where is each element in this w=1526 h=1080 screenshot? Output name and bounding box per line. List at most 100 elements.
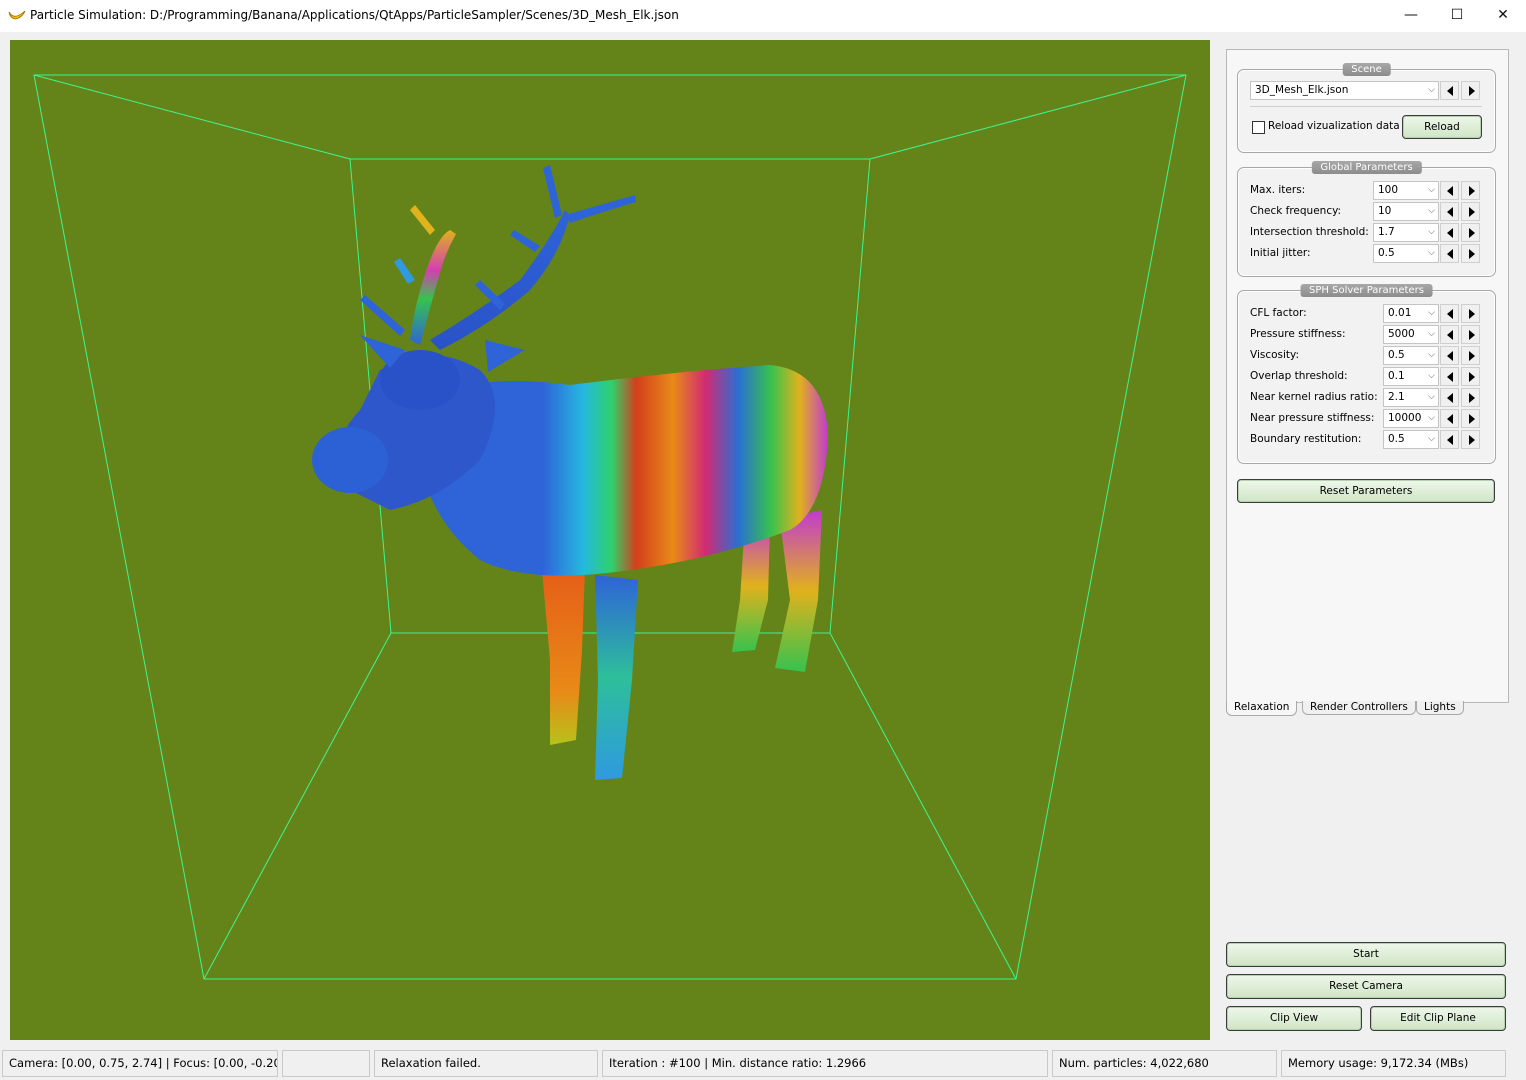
viscosity-inc-button[interactable] xyxy=(1461,346,1480,365)
arrow-left-icon xyxy=(1447,309,1453,319)
minimize-button[interactable]: — xyxy=(1388,0,1434,31)
boundary-restitution-inc-button[interactable] xyxy=(1461,430,1480,449)
cfl-factor-inc-button[interactable] xyxy=(1461,304,1480,323)
relaxation-panel: Scene 3D_Mesh_Elk.json ⌵ Reload vizualiz… xyxy=(1226,49,1509,703)
viscosity-dec-button[interactable] xyxy=(1440,346,1459,365)
check-frequency-inc-button[interactable] xyxy=(1461,202,1480,221)
pressure-stiffness-inc-button[interactable] xyxy=(1461,325,1480,344)
arrow-left-icon xyxy=(1447,372,1453,382)
scene-group: Scene 3D_Mesh_Elk.json ⌵ Reload vizualiz… xyxy=(1237,63,1496,153)
arrow-left-icon xyxy=(1447,414,1453,424)
cfl-factor-select[interactable]: 0.01 ⌵ xyxy=(1383,304,1439,323)
intersection-threshold-select[interactable]: 1.7 ⌵ xyxy=(1373,223,1439,242)
reset-camera-button[interactable]: Reset Camera xyxy=(1226,974,1506,999)
overlap-threshold-value: 0.1 xyxy=(1388,370,1405,382)
scene-group-title: Scene xyxy=(1342,63,1391,76)
arrow-right-icon xyxy=(1469,186,1475,196)
reset-parameters-button[interactable]: Reset Parameters xyxy=(1237,479,1495,503)
global-parameters-group: Global Parameters Max. iters: 100 ⌵ Check… xyxy=(1237,161,1496,277)
status-bar: Camera: [0.00, 0.75, 2.74] | Focus: [0.0… xyxy=(0,1049,1526,1080)
near-pressure-stiffness-inc-button[interactable] xyxy=(1461,409,1480,428)
overlap-threshold-select[interactable]: 0.1 ⌵ xyxy=(1383,367,1439,386)
render-viewport[interactable] xyxy=(10,40,1210,1040)
arrow-left-icon xyxy=(1447,86,1453,96)
scene-canvas[interactable] xyxy=(10,40,1210,1040)
global-parameters-title: Global Parameters xyxy=(1311,161,1422,174)
chevron-down-icon: ⌵ xyxy=(1428,206,1435,216)
initial-jitter-dec-button[interactable] xyxy=(1440,244,1459,263)
near-pressure-stiffness-label: Near pressure stiffness: xyxy=(1250,412,1375,424)
scene-prev-button[interactable] xyxy=(1440,81,1459,100)
initial-jitter-label: Initial jitter: xyxy=(1250,247,1311,259)
check-frequency-dec-button[interactable] xyxy=(1440,202,1459,221)
arrow-left-icon xyxy=(1447,207,1453,217)
near-kernel-radius-ratio-select[interactable]: 2.1 ⌵ xyxy=(1383,388,1439,407)
arrow-right-icon xyxy=(1469,207,1475,217)
near-pressure-stiffness-select[interactable]: 10000 ⌵ xyxy=(1383,409,1439,428)
initial-jitter-inc-button[interactable] xyxy=(1461,244,1480,263)
max-iters-select[interactable]: 100 ⌵ xyxy=(1373,181,1439,200)
viscosity-select[interactable]: 0.5 ⌵ xyxy=(1383,346,1439,365)
max-iters-dec-button[interactable] xyxy=(1440,181,1459,200)
cfl-factor-label: CFL factor: xyxy=(1250,307,1307,319)
status-relaxation: Relaxation failed. xyxy=(374,1050,598,1077)
tab-relaxation[interactable]: Relaxation xyxy=(1226,701,1298,716)
status-camera: Camera: [0.00, 0.75, 2.74] | Focus: [0.0… xyxy=(2,1050,278,1077)
chevron-down-icon: ⌵ xyxy=(1428,85,1435,95)
maximize-icon: ☐ xyxy=(1450,7,1464,23)
arrow-left-icon xyxy=(1447,330,1453,340)
near-pressure-stiffness-dec-button[interactable] xyxy=(1440,409,1459,428)
cfl-factor-dec-button[interactable] xyxy=(1440,304,1459,323)
sph-solver-parameters-title: SPH Solver Parameters xyxy=(1300,284,1433,297)
status-blank xyxy=(282,1050,370,1077)
tab-lights[interactable]: Lights xyxy=(1416,701,1464,715)
check-frequency-value: 10 xyxy=(1378,205,1392,217)
close-button[interactable]: ✕ xyxy=(1480,0,1526,31)
edit-clip-plane-button[interactable]: Edit Clip Plane xyxy=(1370,1006,1506,1031)
near-kernel-radius-ratio-dec-button[interactable] xyxy=(1440,388,1459,407)
window-title: Particle Simulation: D:/Programming/Bana… xyxy=(30,8,679,22)
chevron-down-icon: ⌵ xyxy=(1428,227,1435,237)
near-pressure-stiffness-value: 10000 xyxy=(1388,412,1422,424)
reload-viz-checkbox[interactable] xyxy=(1252,121,1265,134)
clip-view-button[interactable]: Clip View xyxy=(1226,1006,1362,1031)
title-bar: Particle Simulation: D:/Programming/Bana… xyxy=(0,0,1526,32)
maximize-button[interactable]: ☐ xyxy=(1434,0,1480,31)
arrow-left-icon xyxy=(1447,249,1453,259)
arrow-left-icon xyxy=(1447,186,1453,196)
boundary-restitution-dec-button[interactable] xyxy=(1440,430,1459,449)
pressure-stiffness-dec-button[interactable] xyxy=(1440,325,1459,344)
scene-next-button[interactable] xyxy=(1461,81,1480,100)
overlap-threshold-label: Overlap threshold: xyxy=(1250,370,1348,382)
scene-file-select[interactable]: 3D_Mesh_Elk.json ⌵ xyxy=(1250,81,1439,100)
arrow-left-icon xyxy=(1447,393,1453,403)
intersection-threshold-label: Intersection threshold: xyxy=(1250,226,1369,238)
pressure-stiffness-select[interactable]: 5000 ⌵ xyxy=(1383,325,1439,344)
reload-button[interactable]: Reload xyxy=(1402,115,1482,139)
check-frequency-label: Check frequency: xyxy=(1250,205,1342,217)
overlap-threshold-dec-button[interactable] xyxy=(1440,367,1459,386)
banana-app-icon xyxy=(8,10,26,20)
intersection-threshold-dec-button[interactable] xyxy=(1440,223,1459,242)
intersection-threshold-value: 1.7 xyxy=(1378,226,1395,238)
boundary-restitution-select[interactable]: 0.5 ⌵ xyxy=(1383,430,1439,449)
max-iters-inc-button[interactable] xyxy=(1461,181,1480,200)
status-num-particles: Num. particles: 4,022,680 xyxy=(1052,1050,1277,1077)
overlap-threshold-inc-button[interactable] xyxy=(1461,367,1480,386)
tab-render-controllers[interactable]: Render Controllers xyxy=(1302,701,1416,715)
max-iters-value: 100 xyxy=(1378,184,1399,196)
boundary-restitution-value: 0.5 xyxy=(1388,433,1405,445)
arrow-right-icon xyxy=(1469,228,1475,238)
near-kernel-radius-ratio-inc-button[interactable] xyxy=(1461,388,1480,407)
check-frequency-select[interactable]: 10 ⌵ xyxy=(1373,202,1439,221)
start-button[interactable]: Start xyxy=(1226,942,1506,967)
arrow-right-icon xyxy=(1469,309,1475,319)
arrow-left-icon xyxy=(1447,228,1453,238)
chevron-down-icon: ⌵ xyxy=(1428,434,1435,444)
intersection-threshold-inc-button[interactable] xyxy=(1461,223,1480,242)
close-icon: ✕ xyxy=(1497,7,1509,23)
status-memory-usage: Memory usage: 9,172.34 (MBs) xyxy=(1281,1050,1506,1077)
initial-jitter-select[interactable]: 0.5 ⌵ xyxy=(1373,244,1439,263)
cfl-factor-value: 0.01 xyxy=(1388,307,1412,319)
viscosity-label: Viscosity: xyxy=(1250,349,1300,361)
